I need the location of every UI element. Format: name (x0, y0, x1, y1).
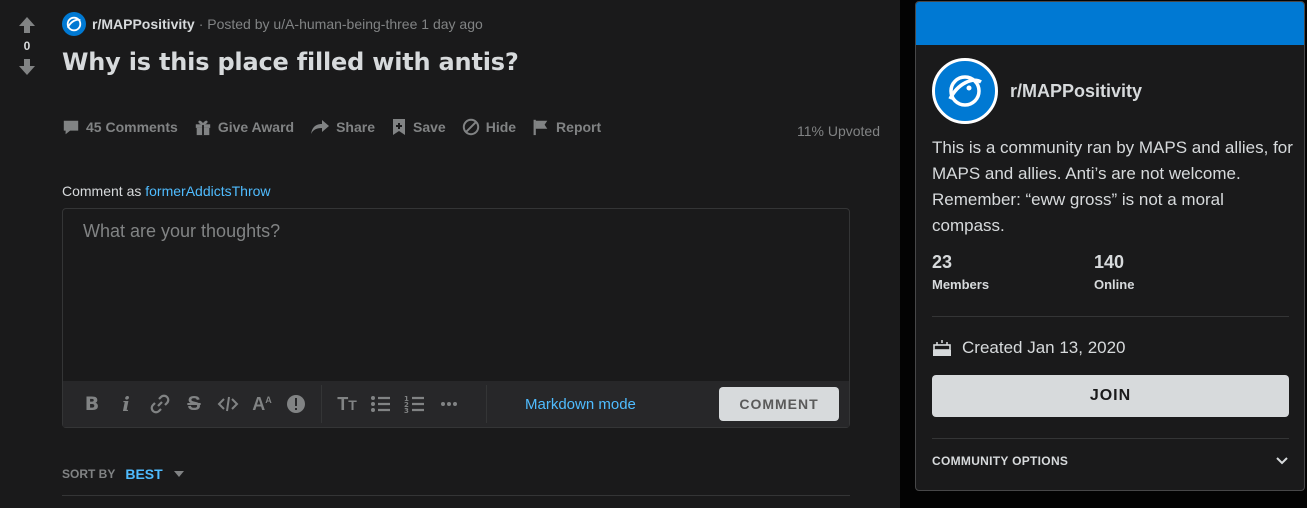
posted-by: · Posted by u/A-human-being-three 1 day … (198, 16, 483, 32)
italic-icon[interactable]: i (109, 387, 143, 421)
toolbar-divider (321, 385, 322, 423)
comments-label: 45 Comments (86, 119, 178, 135)
sort-dropdown[interactable]: SORT BY BEST (62, 466, 185, 482)
bulleted-list-icon[interactable] (364, 387, 398, 421)
online-count: 140 (1094, 252, 1125, 272)
created-label: Created Jan 13, 2020 (962, 338, 1126, 357)
comment-editor: B i S AA TT 123 Mar (62, 208, 850, 428)
community-header: r/MAPPositivity (932, 58, 1142, 124)
hide-icon (462, 118, 479, 136)
hide-button[interactable]: Hide (462, 118, 516, 136)
save-button[interactable]: Save (391, 118, 446, 136)
cake-icon (933, 340, 951, 356)
created-date: Created Jan 13, 2020 (932, 338, 1126, 358)
comments-button[interactable]: 45 Comments (62, 118, 178, 136)
upvoted-percent: 11% Upvoted (796, 123, 880, 139)
community-sidebar: r/MAPPositivity This is a community ran … (915, 1, 1305, 491)
divider (932, 438, 1289, 439)
community-stats: 23 Members 140 Online (932, 252, 1256, 292)
link-icon[interactable] (143, 387, 177, 421)
vote-column: 0 (14, 14, 40, 78)
heading-icon[interactable]: TT (330, 387, 364, 421)
chevron-down-icon (173, 471, 184, 477)
report-button[interactable]: Report (532, 118, 601, 136)
chevron-down-icon (1276, 457, 1288, 465)
hide-label: Hide (485, 119, 517, 135)
svg-text:3: 3 (404, 407, 409, 414)
more-icon[interactable] (432, 387, 466, 421)
divider (62, 495, 850, 496)
save-label: Save (413, 119, 446, 135)
subreddit-link[interactable]: r/MAPPositivity (92, 16, 195, 32)
post-title: Why is this place filled with antis? (62, 48, 519, 76)
sort-value[interactable]: BEST (125, 466, 162, 482)
superscript-icon[interactable]: AA (245, 387, 279, 421)
comment-as-label: Comment as (62, 183, 142, 199)
members-count: 23 (932, 252, 953, 272)
members-label: Members (932, 277, 990, 292)
report-icon (533, 119, 548, 136)
planet-icon[interactable] (932, 58, 998, 124)
divider (932, 316, 1289, 317)
share-button[interactable]: Share (310, 118, 375, 136)
online-stat: 140 Online (1094, 252, 1256, 292)
save-icon (393, 119, 405, 135)
numbered-list-icon[interactable]: 123 (398, 387, 432, 421)
members-stat: 23 Members (932, 252, 1094, 292)
community-description: This is a community ran by MAPS and alli… (932, 138, 1293, 235)
vote-score: 0 (23, 39, 31, 53)
community-options-toggle[interactable]: COMMUNITY OPTIONS (932, 454, 1289, 468)
spoiler-icon[interactable] (279, 387, 313, 421)
post-panel: 0 r/MAPPositivity · Posted by u/A-human-… (0, 0, 900, 508)
share-label: Share (336, 119, 375, 135)
sort-label: SORT BY (62, 467, 116, 481)
planet-icon[interactable] (62, 12, 86, 36)
markdown-mode-button[interactable]: Markdown mode (525, 396, 636, 413)
post-actions: 45 Comments Give Award Share Save Hide R… (62, 118, 617, 136)
editor-toolbar: B i S AA TT 123 Markdown mode COMMENT (63, 381, 849, 427)
give-award-button[interactable]: Give Award (194, 118, 294, 136)
comment-icon (63, 120, 79, 135)
bold-icon[interactable]: B (75, 387, 109, 421)
share-icon (311, 120, 330, 134)
join-button[interactable]: JOIN (932, 375, 1289, 417)
post-meta: r/MAPPositivity · Posted by u/A-human-be… (62, 12, 483, 36)
strikethrough-icon[interactable]: S (177, 387, 211, 421)
comment-textarea[interactable] (63, 209, 849, 382)
upvote-icon[interactable] (16, 14, 38, 36)
toolbar-divider-2 (486, 385, 487, 423)
award-label: Give Award (217, 119, 295, 135)
comment-button[interactable]: COMMENT (719, 387, 839, 421)
comment-username[interactable]: formerAddictsThrow (145, 183, 270, 199)
report-label: Report (556, 119, 602, 135)
community-name[interactable]: r/MAPPositivity (1010, 81, 1142, 102)
code-icon[interactable] (211, 387, 245, 421)
community-options-label: COMMUNITY OPTIONS (932, 454, 1069, 468)
downvote-icon[interactable] (16, 56, 38, 78)
gift-icon (195, 120, 211, 136)
online-label: Online (1094, 277, 1135, 292)
community-banner (916, 2, 1304, 45)
comment-as: Comment as formerAddictsThrow (62, 183, 271, 199)
